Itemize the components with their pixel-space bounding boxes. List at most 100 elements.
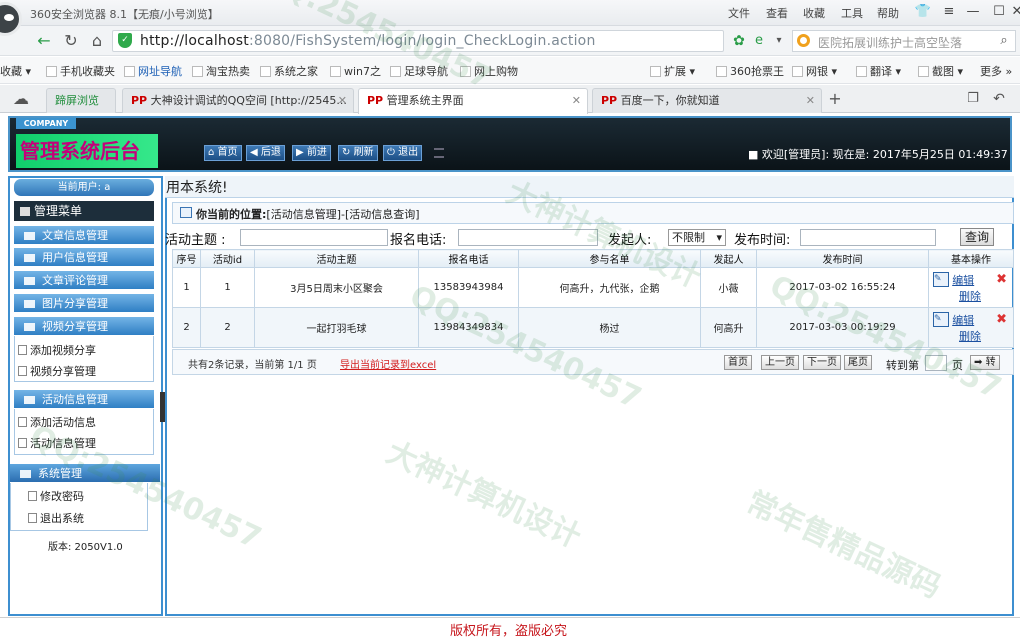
cell: 13984349834 (418, 307, 519, 348)
search-engine-icon[interactable] (797, 34, 810, 47)
home-button[interactable]: ⌂ 首页 (204, 145, 242, 161)
menu-help[interactable]: 帮助 (877, 5, 899, 21)
next-page-button[interactable]: 下一页 (803, 355, 841, 370)
fav-shopping[interactable]: 网上购物 (460, 63, 518, 79)
tab-baidu[interactable]: PP 百度一下，你就知道 ✕ (592, 88, 822, 113)
col-header: 报名电话 (418, 249, 519, 268)
back-icon[interactable]: ← (33, 30, 55, 52)
tab-multiscreen[interactable]: 蹄屏浏览 (46, 88, 116, 113)
first-page-button[interactable]: 首页 (724, 355, 752, 370)
sidebar-group-users[interactable]: 用户信息管理 (14, 248, 154, 267)
menu-tools[interactable]: 工具 (841, 5, 863, 21)
skin-icon[interactable]: 👕 (910, 2, 936, 22)
menu-view[interactable]: 查看 (766, 5, 788, 21)
ext-screenshot[interactable]: 截图 ▾ (918, 63, 963, 79)
phone-icon (46, 66, 57, 77)
fav-collect[interactable]: 收藏 ▾ (0, 63, 31, 79)
compat-mode-icon[interactable]: e (748, 30, 770, 52)
fav-syszj[interactable]: 系统之家 (260, 63, 318, 79)
logout-button[interactable]: ⏻ 退出 (383, 145, 423, 161)
sidebar-item-video-manage[interactable]: 视频分享管理 (18, 363, 96, 379)
page-icon (460, 66, 471, 77)
sidebar-group-images[interactable]: 图片分享管理 (14, 294, 154, 313)
edit-link[interactable]: 编辑 (952, 314, 974, 327)
ext-more[interactable]: 更多 » (980, 63, 1012, 79)
initiator-select[interactable]: 不限制 ▾ (668, 229, 726, 246)
cell: 一起打羽毛球 (254, 307, 419, 348)
cell: 杨过 (518, 307, 701, 348)
minimize-icon[interactable]: — (960, 2, 986, 22)
edit-icon[interactable]: ✎ (933, 271, 949, 287)
sidebar-group-videos[interactable]: 视频分享管理 (14, 317, 154, 336)
cell: 小薇 (700, 267, 757, 308)
tab-admin-main[interactable]: PP 管理系统主界面 ✕ (358, 88, 588, 114)
menu-favorites[interactable]: 收藏 (803, 5, 825, 21)
delete-icon[interactable]: ✖ (996, 272, 1007, 287)
export-excel-link[interactable]: 导出当前记录到excel (340, 356, 436, 371)
delete-icon[interactable]: ✖ (996, 312, 1007, 327)
sidebar-group-comments[interactable]: 文章评论管理 (14, 271, 154, 290)
fav-taobao[interactable]: 淘宝热卖 (192, 63, 250, 79)
edit-link[interactable]: 编辑 (952, 274, 974, 287)
close-tab-icon[interactable]: ✕ (338, 89, 347, 112)
cell: 2 (172, 307, 201, 348)
sidebar-group-system[interactable]: 系统管理 (10, 464, 160, 483)
close-window-icon[interactable]: ✕ (1004, 2, 1020, 22)
sidebar-toggle-handle[interactable] (160, 392, 165, 422)
fav-football[interactable]: 足球导航 (390, 63, 448, 79)
cloud-icon[interactable]: ☁ (10, 88, 32, 110)
ext-ticket[interactable]: 360抢票王 (716, 63, 784, 79)
sidebar-item-add-activity[interactable]: 添加活动信息 (18, 414, 96, 430)
close-tab-icon[interactable]: ✕ (806, 89, 815, 112)
reload-icon[interactable]: ↻ (60, 30, 82, 52)
fav-win7[interactable]: win7之 (330, 63, 381, 79)
delete-link[interactable]: 删除 (959, 330, 981, 343)
query-button[interactable]: 查询 (960, 228, 994, 246)
refresh-button[interactable]: ↻ 刷新 (338, 145, 378, 161)
search-icon[interactable]: ⌕ (993, 30, 1015, 52)
restore-tabs-icon[interactable]: ❐ (962, 88, 984, 110)
dropdown-icon[interactable]: ▾ (768, 30, 790, 52)
subject-input[interactable] (240, 229, 388, 246)
cell: 2017-03-02 16:55:24 (756, 267, 929, 308)
phone-input[interactable] (458, 229, 598, 246)
time-label: 发布时间: (734, 233, 791, 248)
sidebar-group-activities[interactable]: 活动信息管理 (14, 390, 154, 409)
goto-page-input[interactable] (925, 355, 947, 371)
fav-url-nav[interactable]: 网址导航 (124, 63, 182, 79)
fav-mobile[interactable]: 手机收藏夹 (46, 63, 115, 79)
sidebar-group-articles[interactable]: 文章信息管理 (14, 226, 154, 245)
tab-qq-space[interactable]: PP 大神设计调试的QQ空间 [http://2545... ✕ (122, 88, 354, 113)
close-tab-icon[interactable]: ✕ (572, 89, 581, 112)
edit-icon[interactable]: ✎ (933, 311, 949, 327)
undo-close-icon[interactable]: ↶ (988, 88, 1010, 110)
delete-link[interactable]: 删除 (959, 290, 981, 303)
grid-icon (650, 66, 661, 77)
cell: 13583943984 (418, 267, 519, 308)
back-button[interactable]: ◀ 后退 (246, 145, 285, 161)
menu-file[interactable]: 文件 (728, 5, 750, 21)
refresh-site-icon[interactable]: ✿ (728, 30, 750, 52)
menu-icon[interactable]: ≡ (936, 2, 962, 22)
prev-page-button[interactable]: 上一页 (761, 355, 799, 370)
page-icon (330, 66, 341, 77)
new-tab-icon[interactable]: + (824, 88, 846, 110)
ext-translate[interactable]: 翻译 ▾ (856, 63, 901, 79)
time-input[interactable] (800, 229, 936, 246)
cell: 2 (200, 307, 255, 348)
forward-button[interactable]: ▶ 前进 (292, 145, 331, 161)
ext-bank[interactable]: 网银 ▾ (792, 63, 837, 79)
actions-cell: ✎ 编辑 删除 ✖ (928, 307, 1014, 348)
ext-extend[interactable]: 扩展 ▾ (650, 63, 695, 79)
sidebar-item-add-video[interactable]: 添加视频分享 (18, 342, 96, 358)
sidebar-item-change-password[interactable]: 修改密码 (28, 488, 84, 504)
main-topbar (165, 176, 1014, 198)
last-page-button[interactable]: 尾页 (844, 355, 872, 370)
home-icon[interactable]: ⌂ (86, 30, 108, 52)
security-shield-icon[interactable]: ✓ (118, 33, 132, 48)
activity-table: 序号 活动id 活动主题 报名电话 参与名单 发起人 发布时间 基本操作 1 1… (172, 249, 1014, 348)
sidebar-item-activity-manage[interactable]: 活动信息管理 (18, 435, 96, 451)
sidebar-item-exit-system[interactable]: 退出系统 (28, 510, 84, 526)
go-button[interactable]: ➡ 转 (970, 355, 1000, 370)
translate-icon (856, 66, 867, 77)
